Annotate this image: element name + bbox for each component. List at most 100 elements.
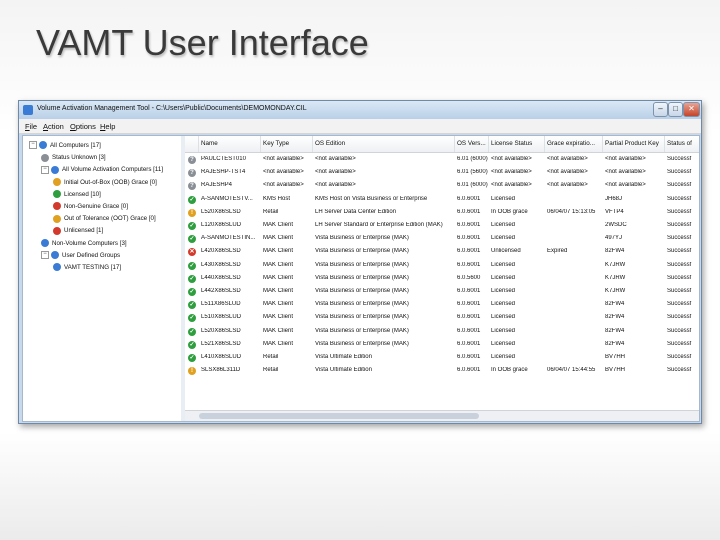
column-separator[interactable] [544, 136, 545, 152]
table-cell: K7JRW [605, 288, 626, 294]
column-separator[interactable] [312, 136, 313, 152]
tree-node[interactable]: Non-Genuine Grace [0] [53, 201, 128, 212]
column-header[interactable]: Name [201, 140, 218, 147]
tree-node[interactable]: − All Computers [17] [29, 140, 101, 151]
table-cell: MAK Client [263, 248, 294, 255]
table-row[interactable]: ✓ L410X86SLUD Retail Vista Ultimate Edition… [185, 352, 699, 365]
table-row[interactable]: ✓ L521X86SLSD MAK Client Vista Business or … [185, 339, 699, 352]
scrollbar-thumb[interactable] [199, 413, 479, 419]
menu-bar: File Action Options Help [19, 119, 701, 134]
column-separator[interactable] [602, 136, 603, 152]
minimize-button[interactable]: – [653, 102, 668, 117]
column-header[interactable]: Key Type [263, 140, 289, 147]
table-row[interactable]: ! SLSX86L311D Retail Vista Ultimate Edition… [185, 365, 699, 378]
table-cell: L510X86SLUD [201, 314, 242, 321]
table-row[interactable]: ✕ L420X86SLSD MAK Client Vista Business or … [185, 246, 699, 259]
column-header[interactable]: OS Edition [315, 140, 345, 147]
column-header[interactable]: OS Vers... [457, 140, 486, 147]
vamt-window: Volume Activation Management Tool - C:\U… [18, 100, 702, 424]
expand-toggle[interactable]: − [41, 251, 49, 260]
tree-node[interactable]: Status Unknown [3] [41, 152, 106, 163]
column-separator[interactable] [664, 136, 665, 152]
expand-toggle[interactable]: − [29, 141, 37, 150]
table-cell: 6.0.6001 [457, 208, 481, 215]
table-cell: <not available> [315, 156, 356, 162]
table-cell: <not available> [605, 182, 646, 189]
table-cell: 6.01 (6000) [457, 182, 488, 189]
table-cell: L520X86SLSD [201, 208, 241, 215]
tree-node[interactable]: − All Volume Activation Computers [11] [41, 164, 163, 175]
table-cell: <not available> [315, 169, 356, 176]
table-row[interactable]: ✓ L510X86SLUD MAK Client Vista Business or … [185, 312, 699, 325]
column-separator[interactable] [198, 136, 199, 152]
column-separator[interactable] [454, 136, 455, 152]
tree-node[interactable]: Unlicensed [1] [53, 225, 103, 236]
menu-file[interactable]: File [25, 122, 37, 131]
table-cell: 82FW4 [605, 314, 625, 321]
table-row[interactable]: ✓ L430X86SLSD MAK Client Vista Business or … [185, 260, 699, 273]
table-row[interactable]: ! L520X86SLSD Retail LH Server Data Center … [185, 207, 699, 220]
tree-node-label: Licensed [10] [64, 190, 101, 198]
table-cell: 6.0.6001 [457, 288, 481, 294]
table-cell: MAK Client [263, 327, 294, 334]
horizontal-scrollbar[interactable] [185, 410, 699, 421]
table-row[interactable]: ✓ L520X86SLSD MAK Client Vista Business or … [185, 326, 699, 339]
column-header[interactable]: License Status [491, 140, 532, 147]
tree-node[interactable]: Non-Volume Computers [3] [41, 238, 127, 249]
column-separator[interactable] [260, 136, 261, 152]
column-separator[interactable] [488, 136, 489, 152]
error-icon: ✕ [188, 248, 196, 257]
tree-node[interactable]: Out of Tolerance (OOT) Grace [0] [53, 213, 156, 224]
table-cell: L511X86SLUD [201, 301, 241, 308]
menu-action[interactable]: Action [43, 122, 64, 131]
table-cell: In OOB grace [491, 367, 528, 374]
tree-node[interactable]: VAMT TESTING [17] [53, 262, 121, 273]
table-cell: Vista Business or Enterprise (MAK) [315, 340, 409, 347]
app-icon [23, 105, 33, 115]
tree-node[interactable]: − User Defined Groups [41, 250, 120, 261]
tree-node-label: Non-Genuine Grace [0] [64, 203, 128, 210]
table-cell: <not available> [263, 182, 304, 189]
check-icon: ✓ [188, 261, 196, 270]
table-row[interactable]: ✓ L442X86SLSD MAK Client Vista Business or … [185, 286, 699, 299]
tree-node-label: User Defined Groups [62, 251, 121, 259]
tree-node[interactable]: Licensed [10] [53, 189, 101, 200]
check-icon: ✓ [188, 195, 196, 204]
table-cell: <not available> [263, 156, 304, 162]
table-cell: 82FW4 [605, 301, 625, 308]
column-header[interactable]: Status of [667, 140, 692, 147]
table-row[interactable]: ? RAJESHP4 <not available> <not available> 6… [185, 180, 699, 193]
table-row[interactable]: ✓ A-SANMOTESTV... KMS Host KMS Host on Vist… [185, 194, 699, 207]
table-cell: 2WSDC [605, 222, 627, 228]
table-cell: 6.01 (6000) [457, 156, 488, 162]
table-cell: 06/04/07 15:44:55 [547, 367, 596, 374]
table-cell: 82FW4 [605, 340, 625, 347]
table-cell: <not available> [547, 182, 588, 189]
table-row[interactable]: ✓ L440X86SLSD MAK Client Vista Business or … [185, 273, 699, 286]
tree-node[interactable]: Initial Out-of-Box (OOB) Grace [0] [53, 177, 157, 188]
table-cell: A-SANMOTESTV... [201, 195, 253, 202]
column-header[interactable]: Partial Product Key [605, 140, 659, 147]
table-row[interactable]: ✓ L120X86SLUD MAK Client LH Server Standard… [185, 220, 699, 233]
table-cell: VFTP4 [605, 208, 624, 215]
table-cell: Vista Ultimate Edition [315, 354, 372, 360]
table-cell: BV7HH [605, 367, 626, 374]
table-cell: <not available> [491, 182, 532, 189]
table-cell: Unlicensed [491, 248, 521, 255]
title-bar[interactable]: Volume Activation Management Tool - C:\U… [19, 101, 701, 119]
table-row[interactable]: ? RAJESHP-TST4 <not available> <not availab… [185, 167, 699, 180]
table-cell: Successf [667, 156, 692, 162]
column-header[interactable]: Grace expiratio... [547, 140, 595, 147]
table-row[interactable]: ✓ L511X86SLUD MAK Client Vista Business or … [185, 299, 699, 312]
table-cell: MAK Client [263, 235, 294, 242]
maximize-button[interactable]: □ [668, 102, 683, 117]
menu-help[interactable]: Help [100, 122, 115, 131]
table-cell: RAJESHP4 [201, 182, 233, 189]
menu-options[interactable]: Options [70, 122, 96, 131]
table-row[interactable]: ? PAULCTEST010 <not available> <not availab… [185, 154, 699, 167]
computer-tree[interactable]: − All Computers [17] Status Unknown [3] − Al… [23, 136, 182, 421]
table-cell: Vista Business or Enterprise (MAK) [315, 314, 409, 321]
table-row[interactable]: ✓ A-SANMOTESTIN... MAK Client Vista Busines… [185, 233, 699, 246]
close-button[interactable]: ✕ [683, 102, 700, 117]
expand-toggle[interactable]: − [41, 165, 49, 174]
